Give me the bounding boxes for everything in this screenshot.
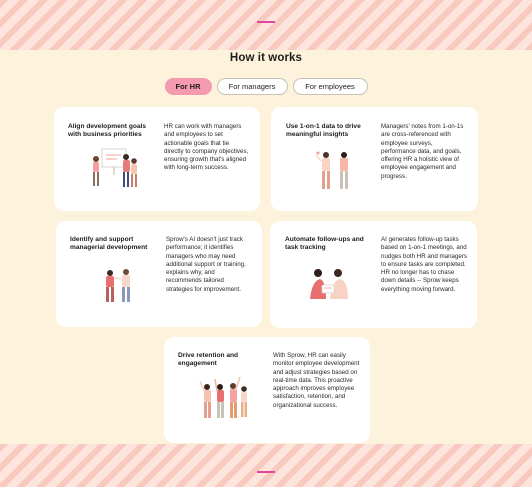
- feature-card-align-goals: Align development goals with business pr…: [54, 107, 260, 211]
- decorative-stripe-band-bottom: [0, 444, 532, 487]
- colleagues-reviewing-tasks-illustration: [304, 263, 354, 308]
- card-heading: Automate follow-ups and task tracking: [285, 236, 364, 252]
- card-heading: Identify and support managerial developm…: [70, 236, 148, 252]
- card-heading: Drive retention and engagement: [178, 352, 239, 368]
- feature-card-retention-engagement: Drive retention and engagement With Spro…: [164, 337, 370, 443]
- card-heading: Align development goals with business pr…: [68, 123, 147, 139]
- card-description: Sprow's AI doesn't just track performanc…: [166, 236, 246, 293]
- tab-for-managers[interactable]: For managers: [216, 78, 288, 95]
- manager-coaching-illustration: [100, 265, 140, 310]
- card-description: Managers' notes from 1-on-1s are cross-r…: [381, 123, 464, 180]
- card-description: HR can work with managers and employees …: [164, 123, 249, 172]
- people-discussing-illustration: [314, 147, 358, 198]
- tab-for-employees[interactable]: For employees: [292, 78, 368, 95]
- card-description: AI generates follow-up tasks based on 1-…: [381, 236, 467, 293]
- feature-card-automate-followups: Automate follow-ups and task tracking AI…: [270, 221, 477, 328]
- decorative-stripe-band-top: [0, 0, 532, 50]
- section-title: How it works: [229, 52, 303, 64]
- team-celebrating-illustration: [198, 373, 250, 428]
- audience-tabs: For HR For managers For employees: [0, 78, 532, 95]
- feature-card-managerial-development: Identify and support managerial developm…: [56, 221, 262, 327]
- decorative-dash-bottom: [257, 471, 275, 473]
- tab-for-hr[interactable]: For HR: [164, 78, 212, 95]
- decorative-dash-top: [257, 21, 275, 23]
- feature-card-1on1-insights: Use 1-on-1 data to drive meaningful insi…: [271, 107, 478, 211]
- team-planning-whiteboard-illustration: [88, 145, 140, 196]
- card-heading: Use 1-on-1 data to drive meaningful insi…: [286, 123, 361, 139]
- card-description: With Sprow, HR can easily monitor employ…: [273, 352, 360, 409]
